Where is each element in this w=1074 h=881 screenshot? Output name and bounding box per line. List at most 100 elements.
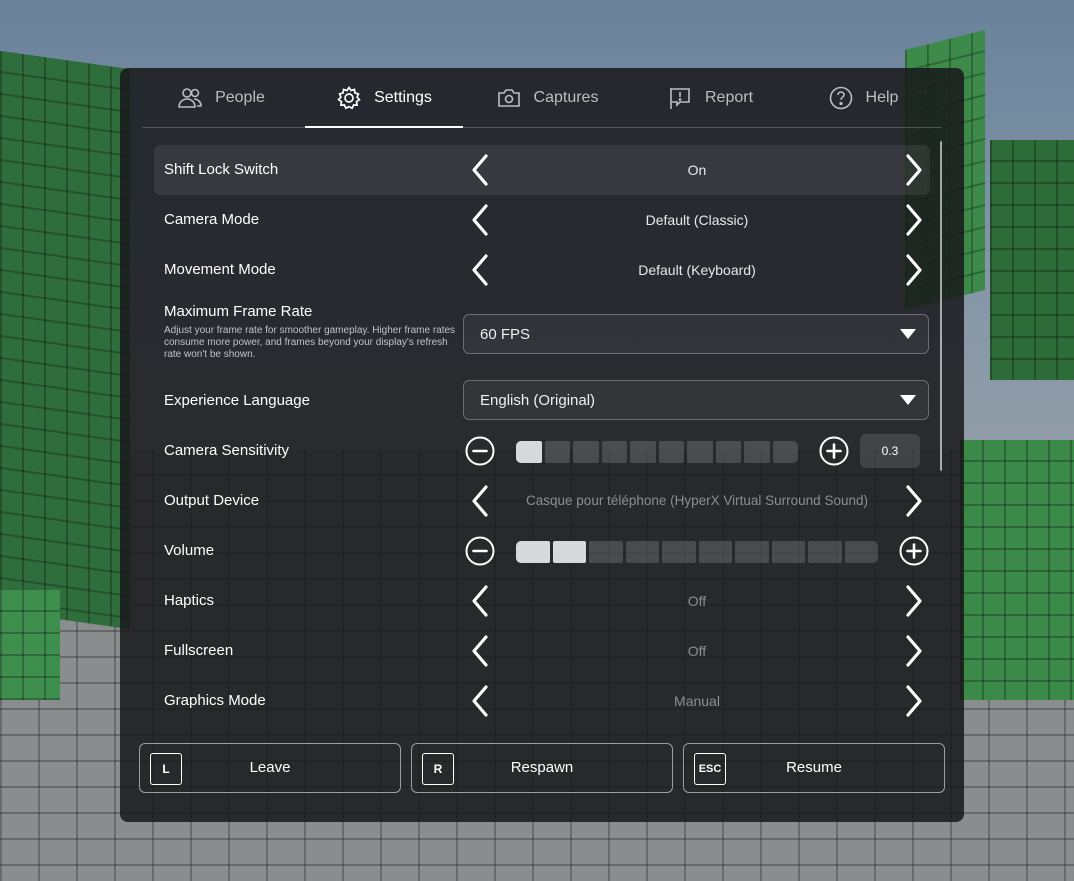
slider-segment[interactable] <box>715 441 741 463</box>
setting-label: Camera Sensitivity <box>164 442 290 459</box>
setting-experience-language: Experience Language English (Original) <box>154 376 930 426</box>
green-block <box>990 140 1074 380</box>
caret-down-icon <box>900 395 916 405</box>
setting-label: Haptics <box>164 592 215 609</box>
setting-shift-lock-switch: Shift Lock Switch On <box>154 145 930 195</box>
slider-segment[interactable] <box>772 441 798 463</box>
slider-segment[interactable] <box>658 441 684 463</box>
setting-description: Adjust your frame rate for smoother game… <box>164 325 456 360</box>
slider-segment[interactable] <box>516 541 550 563</box>
slider-segment[interactable] <box>601 441 627 463</box>
button-label: Respawn <box>510 759 574 776</box>
tab-report[interactable]: Report <box>631 68 789 127</box>
setting-movement-mode: Movement Mode Default (Keyboard) <box>154 245 930 295</box>
settings-menu-panel: People Settings Captures Report Help Shi… <box>120 68 964 822</box>
setting-output-device: Output Device Casque pour téléphone (Hyp… <box>154 476 930 526</box>
slider-segment[interactable] <box>516 441 542 463</box>
help-icon <box>829 86 852 109</box>
chevron-left-icon[interactable] <box>462 152 498 188</box>
slider-segment[interactable] <box>630 441 656 463</box>
setting-camera-mode: Camera Mode Default (Classic) <box>154 195 930 245</box>
setting-label: Graphics Mode <box>164 692 266 709</box>
slider-segment[interactable] <box>844 541 878 563</box>
dropdown-value: 60 FPS <box>480 326 531 343</box>
flag-icon <box>670 87 690 109</box>
setting-value: Default (Keyboard) <box>638 262 756 278</box>
setting-label: Volume <box>164 542 215 559</box>
setting-value: Manual <box>674 693 720 709</box>
leave-button[interactable]: L Leave <box>139 743 401 793</box>
chevron-left-icon[interactable] <box>462 483 498 519</box>
green-block <box>0 590 60 700</box>
tab-label: People <box>215 88 265 106</box>
slider-segment[interactable] <box>698 541 732 563</box>
chevron-right-icon[interactable] <box>896 202 932 238</box>
setting-value: Off <box>687 643 707 659</box>
scrollbar[interactable] <box>940 141 942 471</box>
respawn-button[interactable]: R Respawn <box>411 743 673 793</box>
slider-segment[interactable] <box>573 441 599 463</box>
tab-settings[interactable]: Settings <box>305 68 463 128</box>
button-label: Leave <box>249 759 291 776</box>
resume-button[interactable]: ESC Resume <box>683 743 945 793</box>
setting-label: Camera Mode <box>164 211 260 228</box>
chevron-right-icon[interactable] <box>896 152 932 188</box>
minus-circle-icon[interactable] <box>465 436 495 466</box>
tab-label: Help <box>865 88 899 106</box>
gear-icon <box>337 85 361 109</box>
chevron-right-icon[interactable] <box>896 483 932 519</box>
chevron-right-icon[interactable] <box>896 633 932 669</box>
setting-value: Off <box>687 593 707 609</box>
green-block <box>0 50 130 630</box>
slider-segment[interactable] <box>808 541 842 563</box>
tab-label: Settings <box>374 88 432 106</box>
chevron-left-icon[interactable] <box>462 633 498 669</box>
setting-maximum-frame-rate: Maximum Frame Rate Adjust your frame rat… <box>154 295 930 367</box>
chevron-left-icon[interactable] <box>462 683 498 719</box>
setting-value: On <box>687 162 707 178</box>
setting-volume: Volume <box>154 526 930 576</box>
setting-label: Experience Language <box>164 392 310 409</box>
plus-circle-icon[interactable] <box>819 436 849 466</box>
setting-label: Fullscreen <box>164 642 234 659</box>
slider-segment[interactable] <box>552 541 586 563</box>
slider-segment[interactable] <box>625 541 659 563</box>
chevron-right-icon[interactable] <box>896 683 932 719</box>
setting-label: Maximum Frame Rate <box>164 303 313 320</box>
frame-rate-dropdown[interactable]: 60 FPS <box>463 314 929 354</box>
minus-circle-icon[interactable] <box>465 536 495 566</box>
setting-value: Casque pour téléphone (HyperX Virtual Su… <box>526 493 868 508</box>
green-block <box>960 440 1074 700</box>
tab-label: Report <box>704 88 754 106</box>
tab-help[interactable]: Help <box>784 68 942 127</box>
chevron-right-icon[interactable] <box>896 252 932 288</box>
slider-segment[interactable] <box>735 541 769 563</box>
setting-fullscreen: Fullscreen Off <box>154 626 930 676</box>
slider-segment[interactable] <box>662 541 696 563</box>
tab-captures[interactable]: Captures <box>468 68 626 127</box>
setting-graphics-mode: Graphics Mode Manual <box>154 676 930 726</box>
chevron-right-icon[interactable] <box>896 583 932 619</box>
button-label: Resume <box>786 759 842 776</box>
people-icon <box>178 87 202 108</box>
tab-bar: People Settings Captures Report Help <box>142 68 942 128</box>
slider-segment[interactable] <box>589 541 623 563</box>
slider-segment[interactable] <box>744 441 770 463</box>
slider-segment[interactable] <box>771 541 805 563</box>
setting-label: Movement Mode <box>164 261 276 278</box>
dropdown-value: English (Original) <box>480 392 596 409</box>
slider-segment[interactable] <box>544 441 570 463</box>
setting-value: Default (Classic) <box>645 212 749 228</box>
chevron-left-icon[interactable] <box>462 583 498 619</box>
camera-icon <box>497 88 520 107</box>
tab-label: Captures <box>533 88 599 106</box>
chevron-left-icon[interactable] <box>462 202 498 238</box>
tab-people[interactable]: People <box>142 68 300 127</box>
setting-label: Output Device <box>164 492 260 509</box>
slider-segment[interactable] <box>687 441 713 463</box>
language-dropdown[interactable]: English (Original) <box>463 380 929 420</box>
sensitivity-value-box[interactable]: 0.3 <box>860 434 920 468</box>
plus-circle-icon[interactable] <box>899 536 929 566</box>
caret-down-icon <box>900 329 916 339</box>
chevron-left-icon[interactable] <box>462 252 498 288</box>
